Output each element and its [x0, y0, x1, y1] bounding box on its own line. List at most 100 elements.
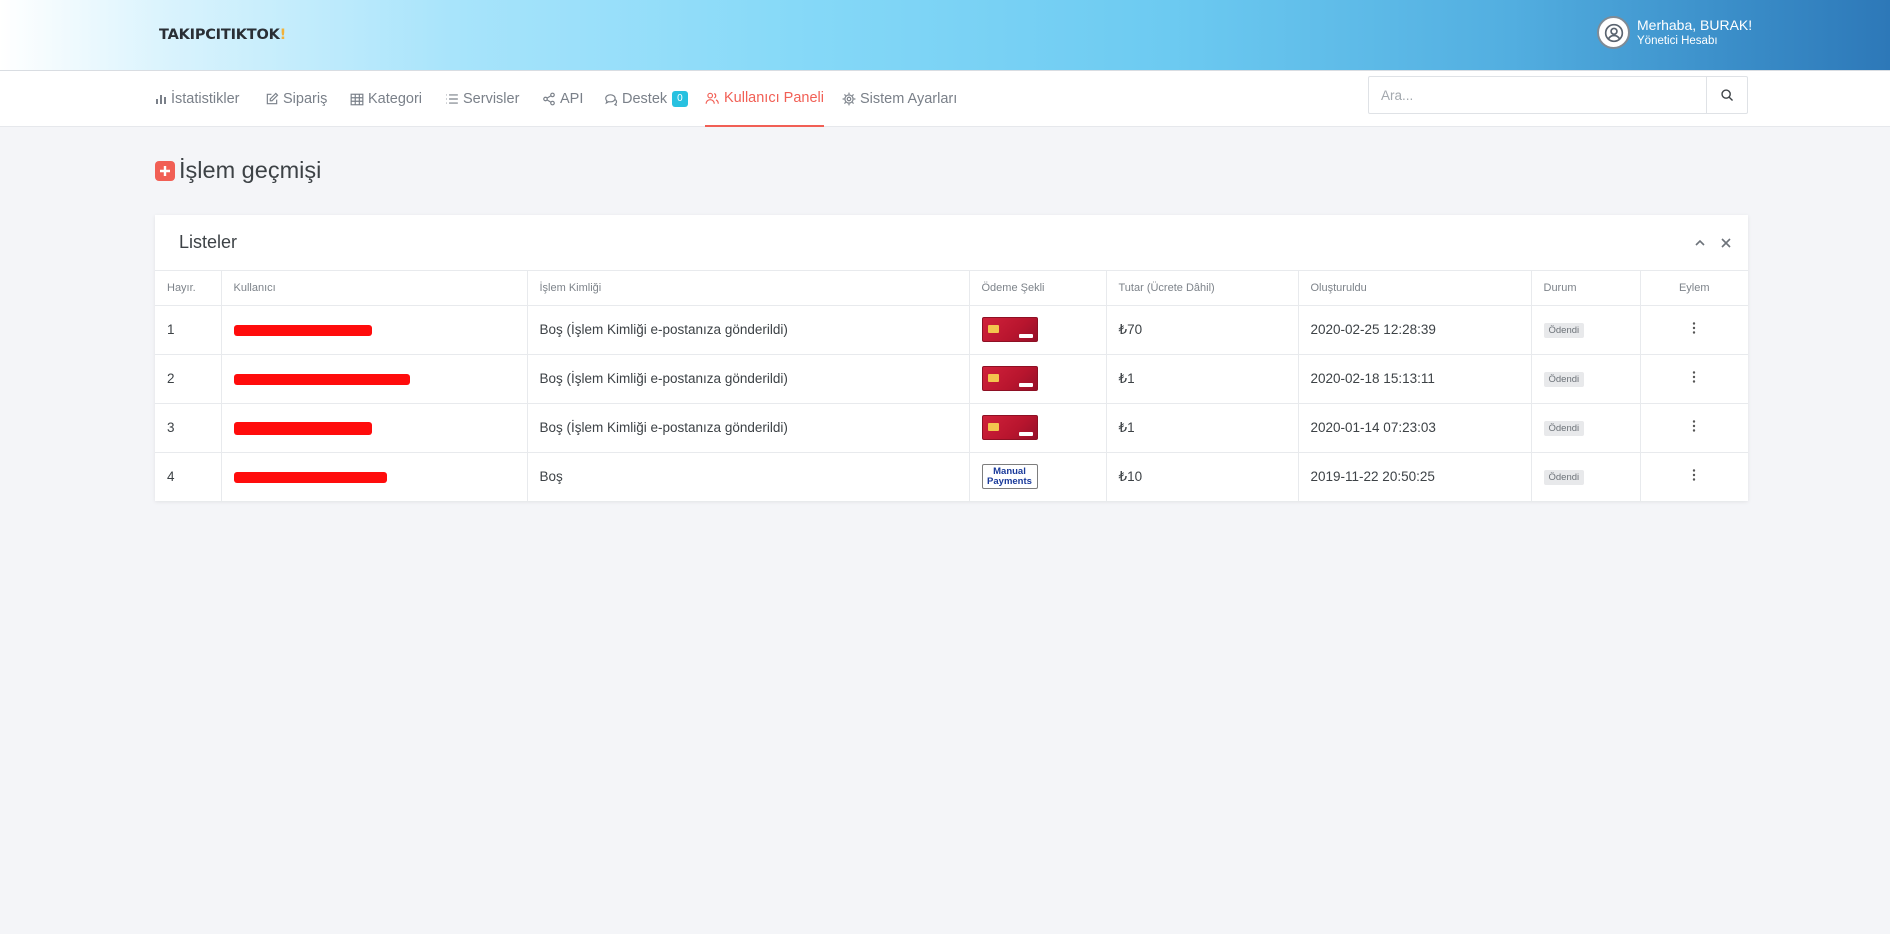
- row-number: 3: [155, 403, 222, 453]
- nav-label: Servisler: [463, 91, 520, 107]
- column-header-transaction-id: İşlem Kimliği: [527, 271, 970, 306]
- action-cell: [1640, 305, 1748, 355]
- column-header-amount: Tutar (Ücrete Dâhil): [1106, 271, 1299, 306]
- nav-item-orders[interactable]: Sipariş: [265, 71, 327, 127]
- nav-label: Sipariş: [283, 91, 328, 107]
- credit-card-logo-icon: [981, 415, 1038, 440]
- nav-item-user-panel[interactable]: Kullanıcı Paneli: [705, 71, 824, 127]
- nav-label: Destek: [622, 91, 668, 107]
- user-cell: [221, 305, 528, 355]
- support-count-badge: 0: [672, 91, 688, 107]
- close-button[interactable]: [1720, 237, 1732, 249]
- table-row: 3 Boş (İşlem Kimliği e-postanıza gönderi…: [155, 403, 1748, 453]
- action-cell: [1640, 354, 1748, 404]
- redacted-username: [233, 421, 372, 435]
- search-button[interactable]: [1706, 77, 1747, 113]
- status-badge: Ödendi: [1543, 421, 1585, 436]
- user-cell: [221, 452, 528, 501]
- credit-card-logo-icon: [981, 317, 1038, 342]
- amount-cell: ₺10: [1106, 452, 1299, 501]
- users-icon: [705, 92, 719, 104]
- top-header: TAKIPCITIKTOK! Merhaba, BURAK! Yönetici …: [0, 0, 1890, 71]
- nav-item-system-settings[interactable]: Sistem Ayarları: [842, 71, 957, 127]
- search-box: [1368, 76, 1748, 114]
- status-badge: Ödendi: [1543, 323, 1585, 338]
- amount-cell: ₺70: [1106, 305, 1299, 355]
- user-cell: [221, 354, 528, 404]
- search-icon: [1721, 89, 1734, 102]
- column-header-created: Oluşturuldu: [1298, 271, 1532, 306]
- bar-chart-icon: [156, 95, 166, 104]
- nav-label: İstatistikler: [171, 91, 240, 107]
- table-row: 4 Boş Manual Payments ₺10 2019-11-22 20:5…: [155, 452, 1748, 501]
- redacted-username: [233, 472, 387, 484]
- redacted-username: [233, 373, 410, 385]
- more-vertical-icon: [1693, 469, 1696, 481]
- row-actions-button[interactable]: [1692, 420, 1696, 435]
- nav-item-api[interactable]: API: [542, 71, 583, 127]
- nav-label: Sistem Ayarları: [860, 91, 958, 107]
- logo-text: TAKIPCITIKTOK: [159, 27, 280, 43]
- column-header-status: Durum: [1531, 271, 1641, 306]
- status-badge: Ödendi: [1543, 372, 1585, 387]
- main-nav: İstatistikler Sipariş Kategori Servisler…: [0, 71, 1890, 127]
- manual-payments-logo-icon: Manual Payments: [981, 464, 1038, 490]
- status-cell: Ödendi: [1531, 354, 1641, 404]
- user-avatar-icon: [1597, 16, 1630, 49]
- collapse-button[interactable]: [1694, 237, 1706, 249]
- row-actions-button[interactable]: [1692, 322, 1696, 337]
- nav-item-support[interactable]: Destek 0: [604, 71, 688, 127]
- amount-cell: ₺1: [1106, 403, 1299, 453]
- page-title: İşlem geçmişi: [155, 157, 321, 184]
- payment-method-cell: [969, 354, 1107, 404]
- user-menu[interactable]: Merhaba, BURAK! Yönetici Hesabı: [1597, 16, 1752, 49]
- payment-method-cell: [969, 305, 1107, 355]
- column-header-payment-method: Ödeme Şekli: [969, 271, 1107, 306]
- payment-method-cell: [969, 403, 1107, 453]
- row-actions-button[interactable]: [1692, 371, 1696, 386]
- column-header-no: Hayır.: [155, 271, 222, 306]
- action-cell: [1640, 452, 1748, 501]
- card-tools: [1694, 237, 1732, 249]
- list-icon: [446, 94, 458, 104]
- nav-label: Kategori: [368, 91, 423, 107]
- amount-cell: ₺1: [1106, 354, 1299, 404]
- transactions-table: Hayır. Kullanıcı İşlem Kimliği Ödeme Şek…: [155, 271, 1748, 501]
- edit-icon: [266, 92, 279, 105]
- nav-label: Kullanıcı Paneli: [724, 90, 824, 106]
- table-header-row: Hayır. Kullanıcı İşlem Kimliği Ödeme Şek…: [155, 271, 1748, 306]
- more-vertical-icon: [1693, 420, 1696, 432]
- user-role: Yönetici Hesabı: [1637, 35, 1718, 47]
- more-vertical-icon: [1693, 371, 1696, 383]
- row-actions-button[interactable]: [1692, 469, 1696, 484]
- card-title: Listeler: [179, 232, 238, 252]
- row-number: 1: [155, 305, 222, 355]
- nav-item-services[interactable]: Servisler: [445, 71, 519, 127]
- user-greeting: Merhaba, BURAK!: [1637, 17, 1753, 33]
- created-cell: 2020-02-18 15:13:11: [1298, 354, 1532, 404]
- status-cell: Ödendi: [1531, 305, 1641, 355]
- share-icon: [543, 92, 555, 106]
- table-row: 1 Boş (İşlem Kimliği e-postanıza gönderi…: [155, 305, 1748, 355]
- transaction-id-cell: Boş (İşlem Kimliği e-postanıza gönderild…: [527, 354, 970, 404]
- table-row: 2 Boş (İşlem Kimliği e-postanıza gönderi…: [155, 354, 1748, 404]
- chat-icon: [605, 93, 618, 106]
- status-cell: Ödendi: [1531, 452, 1641, 501]
- table-icon: [350, 93, 364, 105]
- action-cell: [1640, 403, 1748, 453]
- card-header: Listeler: [155, 215, 1748, 271]
- transaction-id-cell: Boş (İşlem Kimliği e-postanıza gönderild…: [527, 305, 970, 355]
- status-badge: Ödendi: [1543, 470, 1585, 486]
- logo-accent: !: [279, 27, 287, 43]
- site-logo[interactable]: TAKIPCITIKTOK!: [159, 27, 286, 45]
- credit-card-logo-icon: [981, 366, 1038, 391]
- column-header-user: Kullanıcı: [221, 271, 528, 306]
- row-number: 4: [155, 452, 222, 501]
- created-cell: 2020-01-14 07:23:03: [1298, 403, 1532, 453]
- nav-item-category[interactable]: Kategori: [350, 71, 422, 127]
- nav-item-statistics[interactable]: İstatistikler: [155, 71, 240, 127]
- column-header-action: Eylem: [1640, 271, 1748, 306]
- page-title-text: İşlem geçmişi: [179, 157, 322, 183]
- search-input[interactable]: [1369, 77, 1706, 113]
- transaction-id-cell: Boş (İşlem Kimliği e-postanıza gönderild…: [527, 403, 970, 453]
